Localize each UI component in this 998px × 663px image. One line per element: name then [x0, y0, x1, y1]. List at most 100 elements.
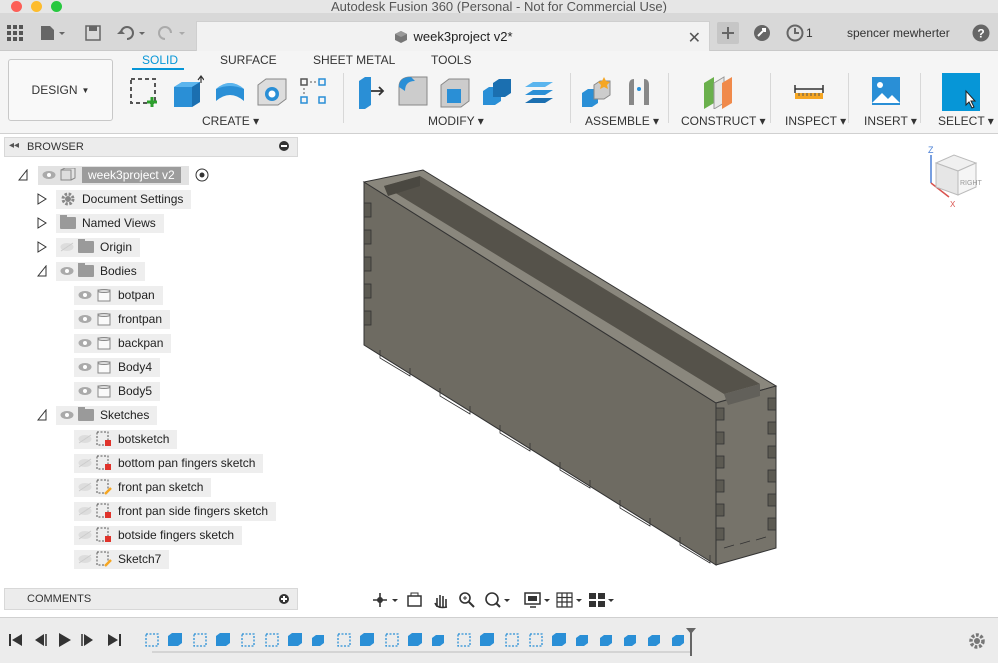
visibility-eye-icon[interactable]: [78, 314, 92, 324]
visibility-eye-icon[interactable]: [42, 170, 56, 180]
construct-group-label[interactable]: CONSTRUCT ▾: [681, 114, 765, 128]
collapse-triangle-icon[interactable]: [18, 169, 28, 181]
modify-group-label[interactable]: MODIFY ▾: [428, 114, 484, 128]
revolve-icon[interactable]: [214, 75, 246, 109]
visibility-eye-icon[interactable]: [60, 266, 74, 276]
job-status-icon[interactable]: [784, 22, 806, 44]
select-tool-icon[interactable]: [942, 73, 980, 111]
tree-item-body[interactable]: frontpan: [74, 309, 171, 329]
measure-icon[interactable]: [793, 75, 825, 109]
3d-viewport[interactable]: Z X RIGHT: [302, 135, 998, 615]
visibility-eye-icon[interactable]: [78, 386, 92, 396]
tree-item-bodies[interactable]: Bodies: [56, 261, 145, 281]
tree-item-sketch[interactable]: bottom pan fingers sketch: [74, 453, 264, 473]
close-window-button[interactable]: [11, 1, 22, 12]
tree-item-sketch[interactable]: front pan side fingers sketch: [74, 501, 277, 521]
extensions-icon[interactable]: [751, 22, 773, 44]
timeline-features[interactable]: [140, 626, 700, 658]
tree-item-origin[interactable]: Origin: [56, 237, 141, 257]
add-comment-icon[interactable]: [279, 594, 289, 604]
expand-triangle-icon[interactable]: [37, 193, 47, 205]
combine-icon[interactable]: [481, 75, 513, 109]
help-icon[interactable]: ?: [970, 22, 992, 44]
document-tab[interactable]: week3project v2* ✕: [196, 21, 710, 51]
tree-item-sketch[interactable]: botsketch: [74, 429, 178, 449]
offset-plane-icon[interactable]: [702, 75, 734, 109]
expand-triangle-icon[interactable]: [37, 217, 47, 229]
comments-panel[interactable]: COMMENTS: [4, 588, 298, 610]
select-group-label[interactable]: SELECT ▾: [938, 114, 994, 128]
user-account-name[interactable]: spencer mewherter: [847, 26, 950, 40]
collapse-triangle-icon[interactable]: [37, 409, 47, 421]
tree-item-sketches[interactable]: Sketches: [56, 405, 158, 425]
move-copy-icon[interactable]: [523, 75, 555, 109]
tab-tools[interactable]: TOOLS: [431, 53, 471, 67]
press-pull-icon[interactable]: [355, 75, 387, 109]
go-to-start-icon[interactable]: [8, 632, 24, 648]
hidden-eye-icon[interactable]: [78, 458, 92, 468]
zoom-window-icon[interactable]: [484, 591, 512, 609]
tree-item-body[interactable]: botpan: [74, 285, 163, 305]
tree-item-sketch[interactable]: Sketch7: [74, 549, 170, 569]
shell-icon[interactable]: [439, 75, 471, 109]
new-component-icon[interactable]: [580, 75, 612, 109]
expand-triangle-icon[interactable]: [37, 241, 47, 253]
zoom-icon[interactable]: [458, 591, 476, 609]
assemble-group-label[interactable]: ASSEMBLE ▾: [585, 114, 659, 128]
visibility-eye-icon[interactable]: [78, 338, 92, 348]
file-menu-icon[interactable]: [38, 22, 68, 44]
tree-item-sketch[interactable]: front pan sketch: [74, 477, 212, 497]
apps-grid-icon[interactable]: [4, 22, 26, 44]
tree-item-body[interactable]: backpan: [74, 333, 172, 353]
collapse-panel-icon[interactable]: ◂◂: [9, 140, 19, 151]
tree-item-body[interactable]: Body5: [74, 381, 161, 401]
step-forward-icon[interactable]: [80, 632, 96, 648]
browser-root-item[interactable]: week3project v2: [38, 165, 209, 185]
tree-item-named-views[interactable]: Named Views: [56, 213, 164, 233]
insert-group-label[interactable]: INSERT ▾: [864, 114, 917, 128]
grid-settings-icon[interactable]: [556, 591, 584, 609]
orbit-icon[interactable]: [372, 592, 400, 608]
joint-icon[interactable]: [623, 75, 655, 109]
tree-item-sketch[interactable]: botside fingers sketch: [74, 525, 243, 545]
new-tab-icon[interactable]: [717, 22, 739, 44]
hole-icon[interactable]: [256, 75, 288, 109]
hidden-eye-icon[interactable]: [78, 554, 92, 564]
collapse-triangle-icon[interactable]: [37, 265, 47, 277]
tree-item-body[interactable]: Body4: [74, 357, 161, 377]
hidden-eye-icon[interactable]: [60, 242, 74, 252]
go-to-end-icon[interactable]: [106, 632, 122, 648]
viewports-icon[interactable]: [588, 591, 616, 609]
insert-image-icon[interactable]: [870, 75, 902, 109]
visibility-eye-icon[interactable]: [78, 362, 92, 372]
fillet-icon[interactable]: [397, 75, 429, 109]
close-tab-icon[interactable]: ✕: [688, 28, 701, 48]
tab-solid[interactable]: SOLID: [142, 53, 178, 67]
hidden-eye-icon[interactable]: [78, 530, 92, 540]
step-back-icon[interactable]: [32, 632, 48, 648]
save-icon[interactable]: [82, 22, 104, 44]
extrude-icon[interactable]: [172, 75, 204, 109]
tree-item-document-settings[interactable]: Document Settings: [56, 189, 192, 209]
hidden-eye-icon[interactable]: [78, 482, 92, 492]
pattern-icon[interactable]: [298, 75, 330, 109]
inspect-group-label[interactable]: INSPECT ▾: [785, 114, 846, 128]
display-settings-icon[interactable]: [524, 591, 552, 609]
hidden-eye-icon[interactable]: [78, 434, 92, 444]
undo-icon[interactable]: [116, 22, 148, 44]
pan-hand-icon[interactable]: [432, 591, 450, 609]
create-group-label[interactable]: CREATE ▾: [202, 114, 259, 128]
hidden-eye-icon[interactable]: [78, 506, 92, 516]
create-sketch-icon[interactable]: [128, 75, 160, 109]
activate-component-icon[interactable]: [195, 168, 209, 182]
box-model[interactable]: [302, 135, 998, 615]
tab-surface[interactable]: SURFACE: [220, 53, 277, 67]
redo-icon[interactable]: [156, 22, 188, 44]
minimize-panel-icon[interactable]: [279, 141, 289, 151]
timeline-settings-gear-icon[interactable]: [968, 632, 986, 650]
minimize-window-button[interactable]: [31, 1, 42, 12]
play-icon[interactable]: [56, 632, 72, 648]
visibility-eye-icon[interactable]: [78, 290, 92, 300]
visibility-eye-icon[interactable]: [60, 410, 74, 420]
tab-sheet-metal[interactable]: SHEET METAL: [313, 53, 395, 67]
